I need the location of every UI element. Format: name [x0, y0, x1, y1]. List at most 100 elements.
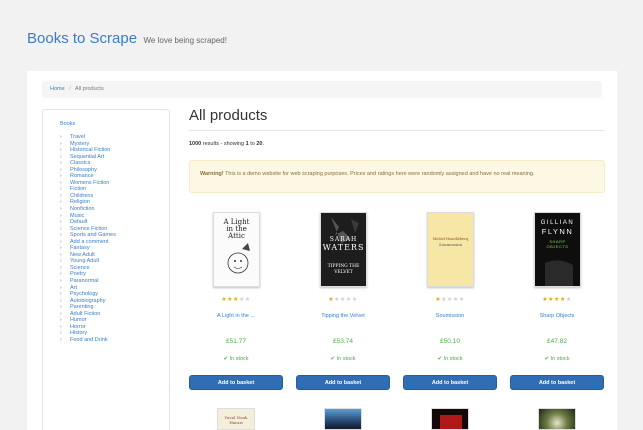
sidebar-category-label: Philosophy	[70, 166, 97, 173]
add-to-basket-button[interactable]: Add to basket	[189, 375, 283, 390]
sidebar-category-label: Music	[70, 212, 85, 219]
cover-text: TIPPING THE VELVET	[327, 264, 360, 275]
breadcrumb-home-link[interactable]: Home	[50, 86, 65, 92]
star-rating: ★★★★★	[510, 296, 604, 304]
cover-illustration	[227, 243, 250, 274]
sidebar-category-label: Religion	[70, 199, 90, 206]
stock-status: ✔ In stock	[510, 356, 604, 362]
stock-status: ✔ In stock	[296, 356, 390, 362]
product-cover-link[interactable]: SARAH WATERS TIPPING THE VELVET	[320, 212, 367, 287]
bullet-icon: ›	[60, 336, 62, 343]
stock-label: In stock	[550, 356, 570, 362]
sidebar-category-label: History	[70, 330, 88, 337]
alert-strong: Warning!	[200, 171, 224, 177]
cover-text: WATERS	[322, 243, 365, 252]
sidebar-category-label: Sequential Art	[70, 153, 105, 160]
cover-text: SARAH	[329, 236, 358, 243]
cover-illustration	[545, 260, 573, 286]
sidebar-category-label: Classics	[70, 160, 91, 167]
sidebar-category-label: Travel	[70, 134, 86, 140]
main-content: All products 1000 results - showing 1 to…	[189, 71, 617, 430]
sidebar-category-label: Fiction	[70, 186, 87, 193]
book-cover-image[interactable]	[324, 408, 362, 430]
product-title-link[interactable]: Soumission	[403, 313, 497, 319]
brand-link[interactable]: Books to Scrape	[27, 30, 137, 47]
page-title: All products	[189, 107, 268, 124]
product-price: £50.10	[440, 338, 460, 345]
breadcrumb-current: All products	[74, 86, 104, 92]
title-divider	[189, 130, 605, 131]
book-cover-image: GILLIAN FLYNN SHARP OBJECTS	[534, 212, 581, 287]
add-to-basket-button[interactable]: Add to basket	[296, 375, 390, 390]
sidebar-category-item[interactable]: › Food and Drink	[60, 337, 169, 344]
sidebar-category-label: Science	[70, 264, 90, 271]
star-icon: ★	[458, 297, 465, 303]
sidebar-category-label: Parenting	[70, 304, 94, 311]
star-icon: ★	[565, 297, 572, 303]
star-rating: ★★★★★	[403, 296, 497, 304]
product-price: £51.77	[226, 338, 246, 345]
product-title-link[interactable]: Sharp Objects	[510, 313, 604, 319]
sidebar-category-label: Humor	[70, 317, 87, 324]
product-price: £47.82	[547, 338, 567, 345]
results-to-word: to	[250, 141, 255, 147]
sidebar-category-label: Fantasy	[70, 245, 90, 252]
book-cover-image[interactable]	[431, 408, 469, 430]
sidebar-category-label: Sports and Games	[70, 232, 116, 239]
sidebar-category-label: Womens Fiction	[70, 179, 110, 186]
warning-alert: Warning! This is a demo website for web …	[189, 160, 605, 193]
product-cover-link[interactable]: A Light in the Attic	[213, 212, 260, 287]
sidebar-category-label: Art	[70, 284, 78, 291]
check-icon: ✔	[544, 356, 550, 362]
sidebar-category-label: Default	[70, 219, 88, 226]
product-card: A Light in the Attic ★★★★★ A Light in th…	[189, 212, 283, 430]
sidebar-category-label: Romance	[70, 173, 94, 180]
product-cover-link[interactable]: GILLIAN FLYNN SHARP OBJECTS	[534, 212, 581, 287]
cover-text: Soumission	[438, 242, 463, 247]
book-cover-image[interactable]: Yuval Noah Harari	[217, 408, 255, 430]
check-icon: ✔	[223, 356, 229, 362]
results-from: 1	[245, 141, 249, 147]
book-cover-image[interactable]	[538, 408, 576, 430]
product-price: £53.74	[333, 338, 353, 345]
stock-status: ✔ In stock	[189, 356, 283, 362]
sidebar-category-label: Nonfiction	[70, 206, 95, 213]
star-icon: ★	[244, 297, 251, 303]
tagline: We love being scraped!	[143, 36, 227, 45]
sidebar-category-label: Young Adult	[70, 258, 100, 265]
sidebar-category-label: Historical Fiction	[70, 147, 111, 154]
book-cover-image: A Light in the Attic	[213, 212, 260, 287]
check-icon: ✔	[437, 356, 443, 362]
product-cover-link[interactable]: Michel Houellebecq Soumission	[427, 212, 474, 287]
book-cover-image: Michel Houellebecq Soumission	[427, 212, 474, 287]
sidebar-category-label: New Adult	[70, 251, 95, 258]
sidebar-heading-books[interactable]: Books	[43, 110, 169, 134]
page-container: Home / All products Books › Travel › Myster…	[27, 71, 617, 430]
product-card: SARAH WATERS TIPPING THE VELVET ★★★★★ Ti…	[296, 212, 390, 430]
site-header: Books to Scrape We love being scraped!	[27, 30, 227, 48]
star-icon: ★	[351, 297, 358, 303]
add-to-basket-button[interactable]: Add to basket	[403, 375, 497, 390]
sidebar-category-label: Autobiography	[70, 297, 106, 304]
sidebar-category-label: Paranormal	[70, 278, 99, 285]
sidebar-category-label: Science Fiction	[70, 225, 108, 232]
category-sidebar: Books › Travel › Mystery › Historical Fiction…	[42, 109, 170, 430]
sidebar-category-label: Childrens	[70, 192, 94, 199]
results-summary: 1000 results - showing 1 to 20.	[189, 141, 264, 147]
alert-text: This is a demo website for web scraping …	[225, 171, 535, 177]
sidebar-category-label: Horror	[70, 323, 86, 330]
sidebar-category-label: Food and Drink	[70, 336, 108, 343]
sidebar-category-label: Psychology	[70, 291, 99, 298]
results-count: 1000	[189, 141, 202, 147]
add-to-basket-button[interactable]: Add to basket	[510, 375, 604, 390]
results-end: .	[262, 141, 264, 147]
sidebar-category-label: Mystery	[70, 140, 90, 147]
star-rating: ★★★★★	[296, 296, 390, 304]
results-text: results - showing	[202, 141, 245, 147]
sidebar-category-label: Poetry	[70, 271, 86, 278]
cover-text: Yuval Noah Harari	[224, 415, 248, 425]
product-title-link[interactable]: Tipping the Velvet	[296, 313, 390, 319]
product-card: GILLIAN FLYNN SHARP OBJECTS ★★★★★ Sharp …	[510, 212, 604, 430]
breadcrumb-separator: /	[69, 86, 71, 92]
product-title-link[interactable]: A Light in the ...	[189, 313, 283, 319]
